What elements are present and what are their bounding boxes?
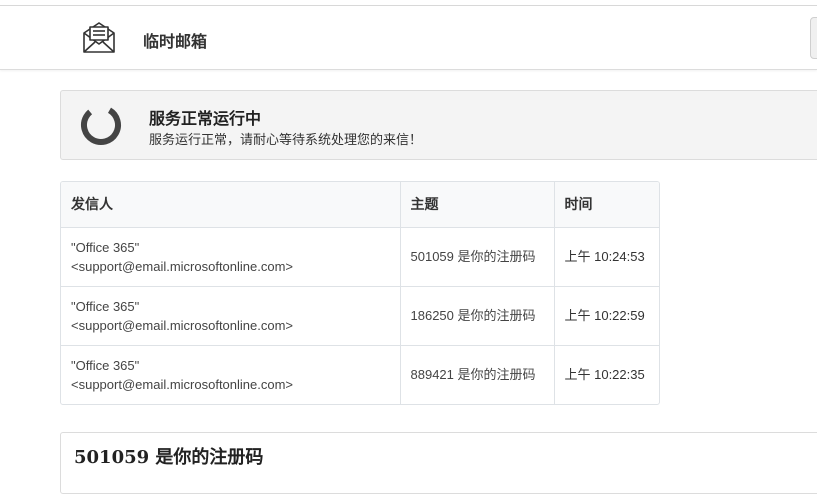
sender-cell[interactable]: "Office 365" <support@email.microsoftonl…	[61, 345, 401, 404]
table-row[interactable]: "Office 365" <support@email.microsoftonl…	[61, 345, 659, 404]
table-header-row: 发信人 主题 时间	[61, 182, 659, 228]
time-cell[interactable]: 上午 10:22:59	[554, 286, 659, 346]
nav-action-button[interactable]	[810, 17, 817, 59]
loading-spinner-icon	[81, 105, 121, 145]
subject-cell[interactable]: 186250 是你的注册码	[400, 286, 555, 346]
sender-email: <support@email.microsoftonline.com>	[71, 317, 294, 333]
time-cell[interactable]: 上午 10:22:35	[554, 345, 659, 404]
sender-name: "Office 365"	[71, 357, 140, 373]
subject-text: 501059 是你的注册码	[410, 249, 536, 264]
navbar: 临时邮箱	[0, 6, 817, 70]
subject-text: 186250 是你的注册码	[410, 308, 536, 323]
subject-cell[interactable]: 501059 是你的注册码	[400, 227, 555, 287]
column-header-subject: 主题	[400, 182, 555, 228]
email-view-title: 501059 是你的注册码	[74, 447, 264, 468]
inbox-table: 发信人 主题 时间 "Office 365" <support@email.mi…	[60, 181, 660, 405]
table-row[interactable]: "Office 365" <support@email.microsoftonl…	[61, 227, 659, 287]
service-status-panel: 服务正常运行中 服务运行正常，请耐心等待系统处理您的来信！	[60, 90, 817, 160]
sender-email: <support@email.microsoftonline.com>	[71, 258, 294, 274]
email-view-card: 501059 是你的注册码	[60, 432, 817, 494]
sender-name: "Office 365"	[71, 239, 140, 255]
envelope-letter-icon[interactable]	[81, 19, 117, 55]
status-title: 服务正常运行中	[149, 111, 262, 128]
sender-cell[interactable]: "Office 365" <support@email.microsoftonl…	[61, 286, 401, 346]
table-row[interactable]: "Office 365" <support@email.microsoftonl…	[61, 286, 659, 346]
brand-title[interactable]: 临时邮箱	[143, 28, 207, 52]
subject-cell[interactable]: 889421 是你的注册码	[400, 345, 555, 404]
subject-text: 889421 是你的注册码	[410, 367, 536, 383]
status-description: 服务运行正常，请耐心等待系统处理您的来信！	[149, 132, 423, 147]
time-cell[interactable]: 上午 10:24:53	[554, 227, 659, 287]
column-header-time: 时间	[554, 182, 659, 228]
sender-cell[interactable]: "Office 365" <support@email.microsoftonl…	[61, 227, 401, 287]
sender-name: "Office 365"	[71, 298, 140, 314]
column-header-sender: 发信人	[61, 182, 401, 228]
sender-email: <support@email.microsoftonline.com>	[71, 376, 294, 392]
